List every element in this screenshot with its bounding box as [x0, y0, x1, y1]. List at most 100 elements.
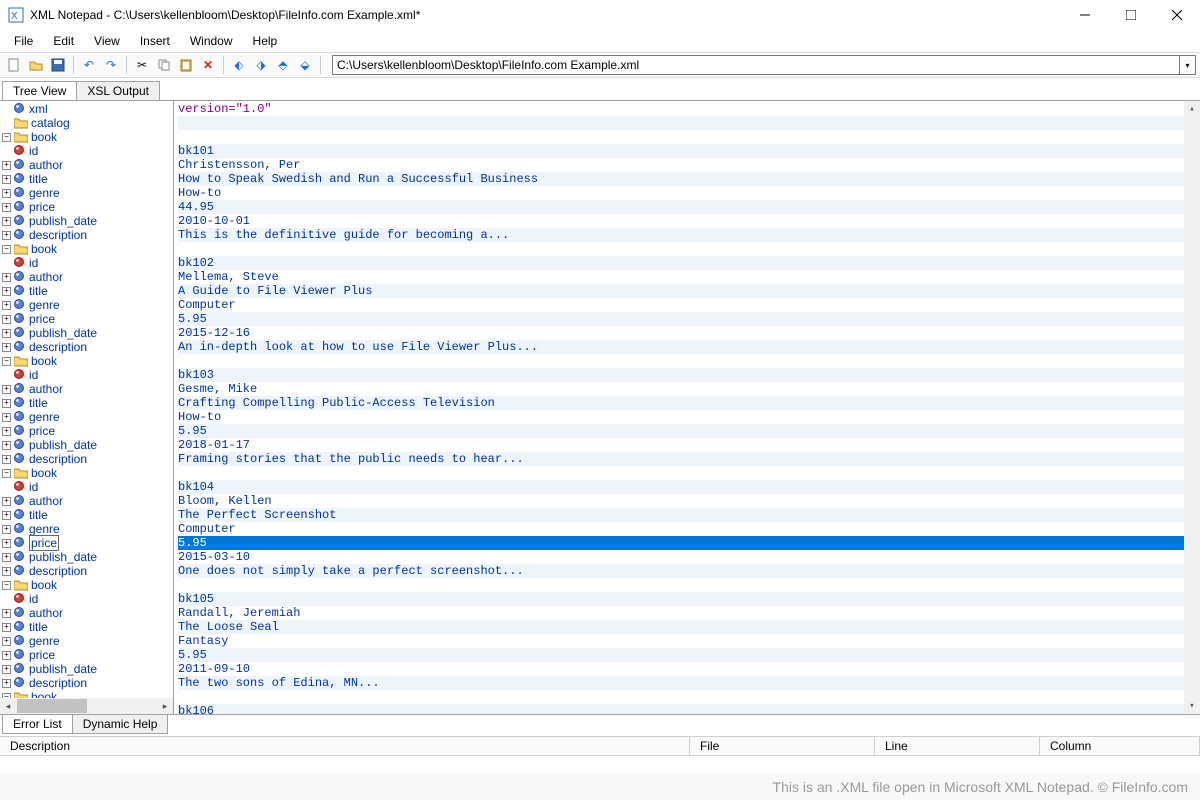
tree-row[interactable]: + publish_date — [0, 326, 173, 340]
expand-icon[interactable]: + — [2, 665, 11, 674]
expand-icon[interactable]: + — [2, 329, 11, 338]
tab-tree-view[interactable]: Tree View — [2, 81, 77, 100]
expand-icon[interactable]: + — [2, 189, 11, 198]
value-row[interactable]: How-to — [178, 186, 1200, 200]
tree-label[interactable]: price — [29, 312, 55, 326]
expand-icon[interactable]: + — [2, 553, 11, 562]
tree-label[interactable]: book — [31, 578, 57, 592]
value-row[interactable]: The two sons of Edina, MN... — [178, 676, 1200, 690]
value-row[interactable]: Framing stories that the public needs to… — [178, 452, 1200, 466]
expand-icon[interactable]: + — [2, 273, 11, 282]
tree-row[interactable]: + genre — [0, 298, 173, 312]
tree-label[interactable]: author — [29, 606, 63, 620]
expand-icon[interactable]: + — [2, 567, 11, 576]
menu-help[interactable]: Help — [243, 32, 288, 50]
expand-icon[interactable]: + — [2, 497, 11, 506]
value-row[interactable]: bk102 — [178, 256, 1200, 270]
menu-window[interactable]: Window — [180, 32, 243, 50]
value-row[interactable]: bk103 — [178, 368, 1200, 382]
tab-dynamic-help[interactable]: Dynamic Help — [72, 715, 169, 734]
nudge-left-icon[interactable]: ⬖ — [229, 55, 249, 75]
value-row[interactable] — [178, 130, 1200, 144]
value-row[interactable]: Bloom, Kellen — [178, 494, 1200, 508]
value-row[interactable]: The Perfect Screenshot — [178, 508, 1200, 522]
tree-label[interactable]: description — [29, 228, 87, 242]
col-line[interactable]: Line — [875, 737, 1040, 755]
tree-label[interactable]: id — [29, 480, 38, 494]
collapse-icon[interactable]: − — [2, 469, 11, 478]
collapse-icon[interactable]: − — [2, 133, 11, 142]
expand-icon[interactable]: + — [2, 301, 11, 310]
expand-icon[interactable]: + — [2, 343, 11, 352]
expand-icon[interactable]: + — [2, 679, 11, 688]
scroll-right-icon[interactable]: ▸ — [157, 698, 173, 714]
paste-icon[interactable] — [176, 55, 196, 75]
tree-row[interactable]: +title — [0, 284, 173, 298]
open-icon[interactable] — [26, 55, 46, 75]
tree-row[interactable]: + publish_date — [0, 214, 173, 228]
tree-label[interactable]: description — [29, 340, 87, 354]
menu-edit[interactable]: Edit — [43, 32, 84, 50]
value-row[interactable]: Christensson, Per — [178, 158, 1200, 172]
tree-label[interactable]: author — [29, 382, 63, 396]
value-row[interactable]: Computer — [178, 298, 1200, 312]
redo-icon[interactable]: ↷ — [101, 55, 121, 75]
collapse-icon[interactable]: − — [2, 581, 11, 590]
tree-row[interactable]: +author — [0, 382, 173, 396]
value-row[interactable]: 5.95 — [178, 424, 1200, 438]
tree-row[interactable]: − book — [0, 130, 173, 144]
tree-row[interactable]: +price — [0, 648, 173, 662]
tree-row[interactable]: +genre — [0, 634, 173, 648]
tree-label[interactable]: publish_date — [29, 214, 97, 228]
maximize-button[interactable] — [1108, 0, 1154, 30]
value-row[interactable] — [178, 116, 1200, 130]
scroll-up-icon[interactable]: ▴ — [1184, 101, 1200, 117]
expand-icon[interactable]: + — [2, 427, 11, 436]
value-row[interactable] — [178, 578, 1200, 592]
tree-label[interactable]: price — [29, 535, 59, 551]
tree-label[interactable]: description — [29, 452, 87, 466]
copy-icon[interactable] — [154, 55, 174, 75]
tree-row[interactable]: +price — [0, 424, 173, 438]
tree-row[interactable]: +title — [0, 620, 173, 634]
tree-row[interactable]: id — [0, 480, 173, 494]
tree-row[interactable]: +price — [0, 200, 173, 214]
scroll-down-icon[interactable]: ▾ — [1184, 698, 1200, 714]
tree-row[interactable]: − book — [0, 578, 173, 592]
tree-label[interactable]: genre — [29, 298, 60, 312]
tree-label[interactable]: book — [31, 466, 57, 480]
tree-label[interactable]: publish_date — [29, 438, 97, 452]
value-row[interactable]: bk105 — [178, 592, 1200, 606]
value-row[interactable]: Randall, Jeremiah — [178, 606, 1200, 620]
expand-icon[interactable]: + — [2, 413, 11, 422]
close-button[interactable] — [1154, 0, 1200, 30]
value-row[interactable]: A Guide to File Viewer Plus — [178, 284, 1200, 298]
tree-label[interactable]: book — [31, 130, 57, 144]
tree-row[interactable]: −book — [0, 354, 173, 368]
tree-label[interactable]: id — [29, 368, 38, 382]
tree-label[interactable]: title — [29, 508, 48, 522]
nudge-right-icon[interactable]: ⬗ — [251, 55, 271, 75]
value-row[interactable]: 2015-03-10 — [178, 550, 1200, 564]
tree-row[interactable]: + description — [0, 340, 173, 354]
menu-file[interactable]: File — [4, 32, 43, 50]
value-row[interactable]: Crafting Compelling Public-Access Televi… — [178, 396, 1200, 410]
expand-icon[interactable]: + — [2, 217, 11, 226]
tree-label[interactable]: publish_date — [29, 326, 97, 340]
tree-label[interactable]: catalog — [31, 116, 70, 130]
value-row[interactable]: Gesme, Mike — [178, 382, 1200, 396]
tree-row[interactable]: −book — [0, 242, 173, 256]
tree-label[interactable]: author — [29, 270, 63, 284]
tree-label[interactable]: author — [29, 158, 63, 172]
value-row[interactable]: One does not simply take a perfect scree… — [178, 564, 1200, 578]
value-row[interactable]: bk106 — [178, 704, 1200, 714]
tree-label[interactable]: title — [29, 284, 48, 298]
expand-icon[interactable]: + — [2, 539, 11, 548]
value-row[interactable]: An in-depth look at how to use File View… — [178, 340, 1200, 354]
value-row[interactable] — [178, 690, 1200, 704]
col-column[interactable]: Column — [1040, 737, 1200, 755]
value-row[interactable]: 2018-01-17 — [178, 438, 1200, 452]
value-row[interactable]: This is the definitive guide for becomin… — [178, 228, 1200, 242]
tree-row[interactable]: +author — [0, 158, 173, 172]
nudge-up-icon[interactable]: ⬘ — [273, 55, 293, 75]
